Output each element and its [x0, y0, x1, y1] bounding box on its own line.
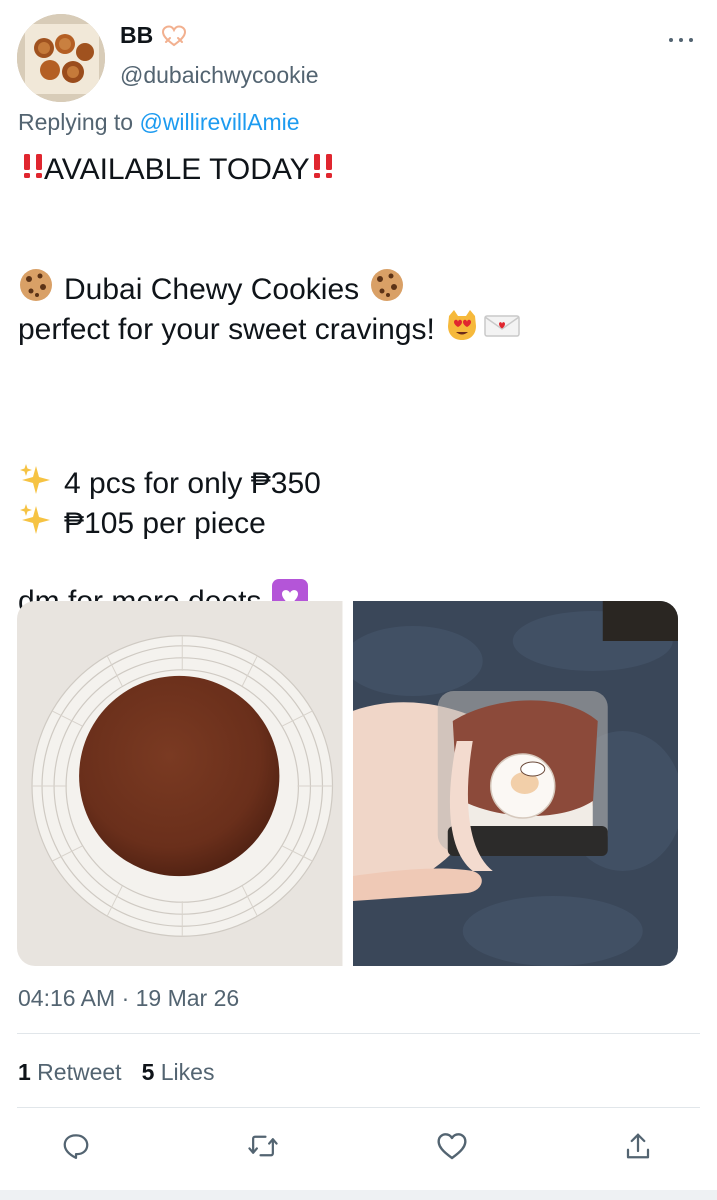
- tweet-line: 4 pcs for only ₱350: [18, 462, 698, 507]
- sparkles-icon: [18, 502, 54, 547]
- divider: [17, 1033, 700, 1034]
- share-icon: [624, 1131, 652, 1166]
- reply-icon: [61, 1131, 91, 1166]
- tweet-line: AVAILABLE TODAY: [18, 150, 698, 190]
- reply-mention-link[interactable]: @willirevillAmie: [139, 109, 299, 135]
- display-name[interactable]: BB: [120, 22, 153, 49]
- tweet-line-5: ₱105 per piece: [64, 507, 266, 540]
- divider: [17, 1107, 700, 1108]
- tweet-line-4: 4 pcs for only ₱350: [64, 467, 321, 500]
- retweet-label: Retweet: [30, 1059, 122, 1085]
- like-count: 5: [141, 1059, 155, 1085]
- tweet-line-2: Dubai Chewy Cookies: [64, 273, 360, 306]
- tweet-text: AVAILABLE TODAY Dubai Chewy Cookies perf…: [18, 150, 698, 622]
- share-button[interactable]: [618, 1128, 658, 1168]
- love-letter-icon: [483, 310, 521, 351]
- more-dot: [669, 38, 673, 42]
- sparkles-icon: [18, 462, 54, 507]
- tweet-line-1: AVAILABLE TODAY: [44, 153, 310, 186]
- cookie-photo-2[interactable]: [352, 601, 678, 966]
- retweet-count-link[interactable]: 1 Retweet: [18, 1059, 122, 1086]
- tweet-line-3: perfect for your sweet cravings!: [18, 313, 435, 346]
- heart-icon: [436, 1131, 468, 1166]
- action-bar: [0, 1128, 717, 1168]
- cookie-photo-1[interactable]: [17, 601, 343, 966]
- more-dot: [679, 38, 683, 42]
- more-options-button[interactable]: [669, 30, 693, 50]
- tweet-line: perfect for your sweet cravings!: [18, 308, 698, 353]
- reply-button[interactable]: [56, 1128, 96, 1168]
- like-count-link[interactable]: 5 Likes: [142, 1059, 215, 1086]
- tweet-timestamp[interactable]: 04:16 AM · 19 Mar 26: [18, 985, 239, 1012]
- like-label: Likes: [154, 1059, 215, 1085]
- tweet-line: ₱105 per piece: [18, 502, 698, 547]
- engagement-stats: 1 Retweet 5 Likes: [18, 1059, 214, 1086]
- media-grid: [17, 601, 678, 966]
- more-dot: [689, 38, 693, 42]
- cookie-icon: [18, 267, 54, 314]
- replying-prefix: Replying to: [18, 109, 140, 135]
- user-handle[interactable]: @dubaichwycookie: [120, 62, 319, 89]
- replying-to: Replying to @willirevillAmie: [18, 109, 300, 136]
- retweet-button[interactable]: [243, 1128, 283, 1168]
- bottom-strip: [0, 1190, 717, 1200]
- tweet-detail: BB @dubaichwycookie Replying to @willire…: [0, 0, 717, 1200]
- tweet-line: Dubai Chewy Cookies: [18, 268, 698, 310]
- cookie-icon: [369, 267, 405, 314]
- like-button[interactable]: [432, 1128, 472, 1168]
- heart-eyes-cat-icon: [445, 308, 479, 353]
- retweet-count: 1: [18, 1059, 31, 1085]
- avatar[interactable]: [17, 14, 105, 102]
- heart-hands-icon: [161, 24, 187, 47]
- double-exclamation-icon: [310, 150, 344, 191]
- retweet-icon: [247, 1131, 279, 1166]
